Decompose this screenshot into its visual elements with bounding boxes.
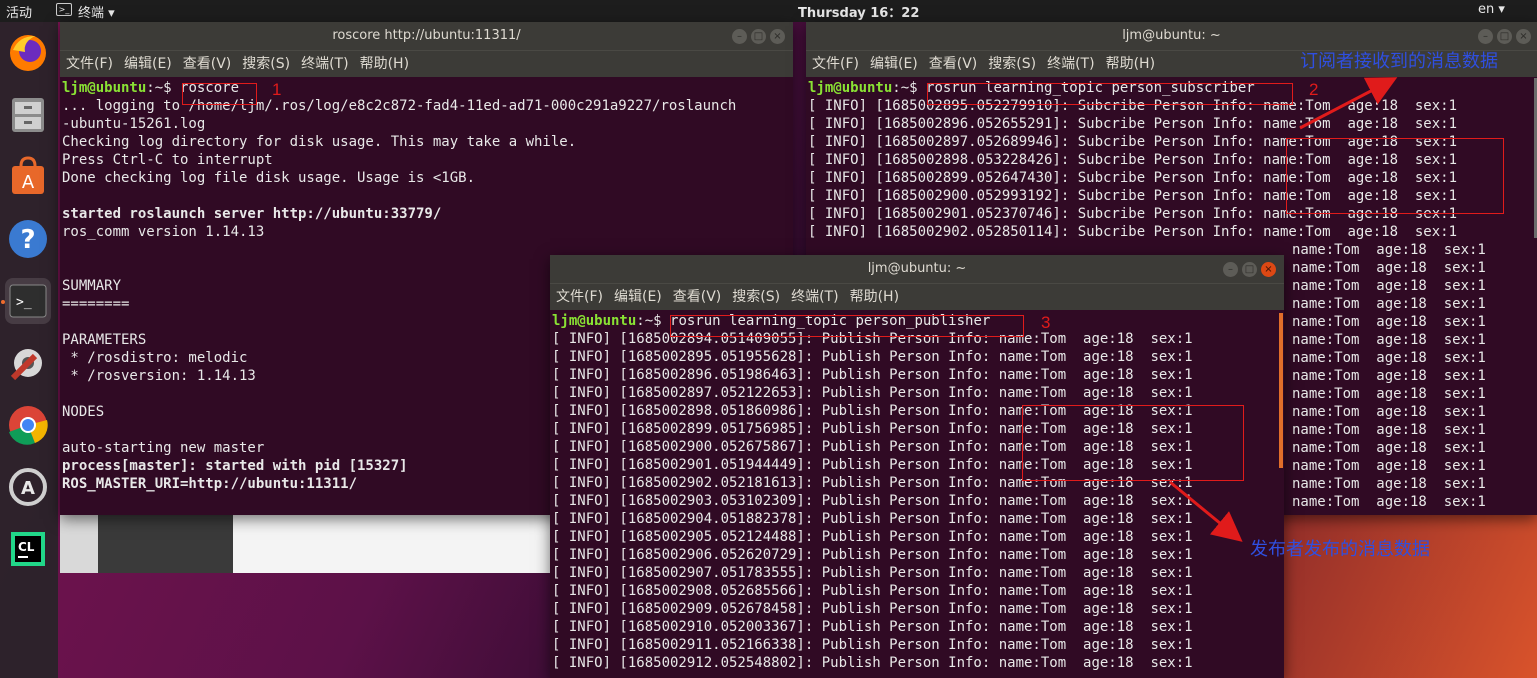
arrow-to-publisher-label — [1169, 480, 1243, 542]
arrow-to-subscriber-label — [1299, 77, 1398, 130]
annotation-arrows — [1169, 77, 1398, 542]
